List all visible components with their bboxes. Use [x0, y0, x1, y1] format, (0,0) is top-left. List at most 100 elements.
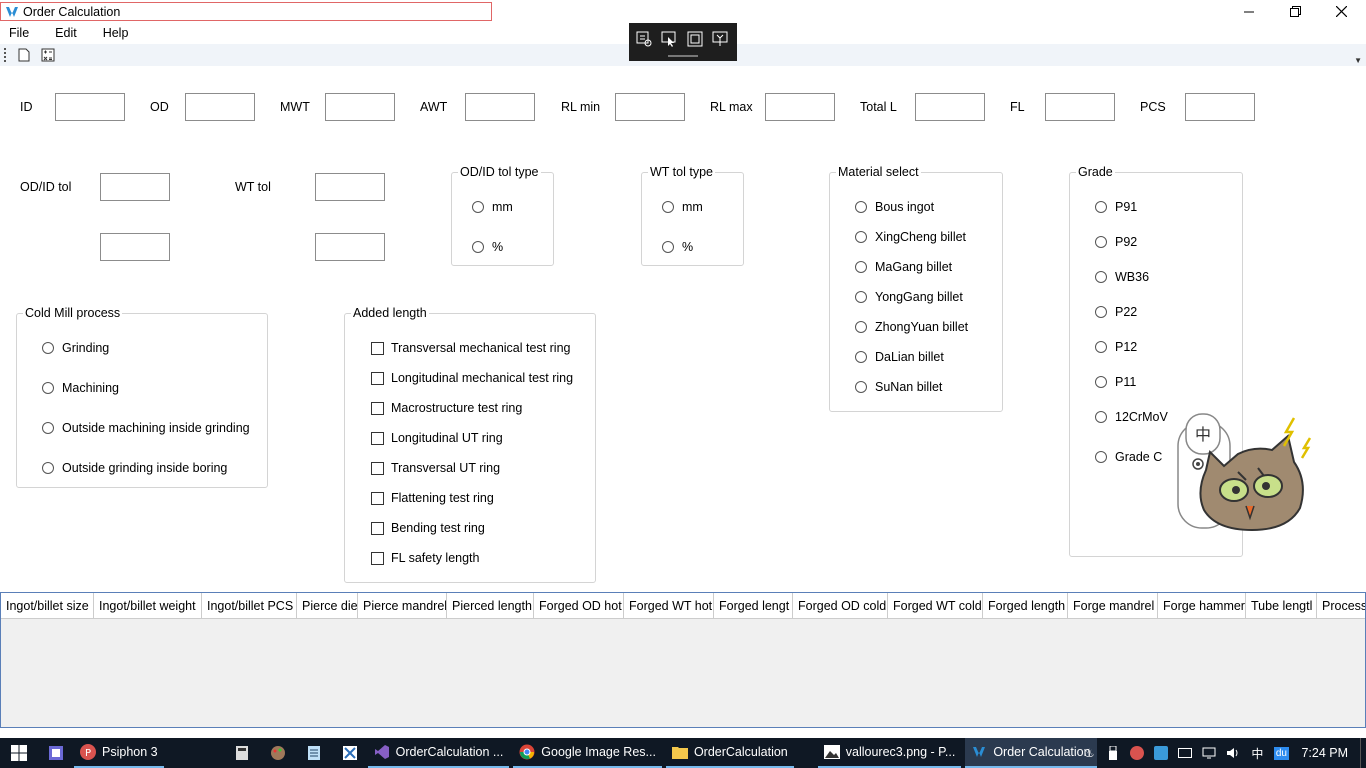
grade-12crmov-radio[interactable]: 12CrMoV	[1095, 410, 1168, 424]
close-button[interactable]	[1318, 0, 1364, 23]
taskbar-app-photo[interactable]: vallourec3.png - P...	[817, 738, 962, 768]
od-id-tol-mm-radio[interactable]: mm	[472, 200, 513, 214]
notepad-taskbar-icon[interactable]	[296, 738, 332, 768]
material-dalian-radio[interactable]: DaLian billet	[855, 350, 944, 364]
rl-max-input[interactable]	[765, 93, 835, 121]
wt-tol-upper-input[interactable]	[315, 173, 385, 201]
volume-icon[interactable]	[1221, 738, 1245, 768]
restore-button[interactable]	[1272, 0, 1318, 23]
minimize-button[interactable]	[1226, 0, 1272, 23]
transversal-mechanical-checkbox[interactable]: Transversal mechanical test ring	[371, 341, 570, 355]
taskbar-clock[interactable]: 7:24 PM	[1293, 746, 1360, 760]
grade-p91-radio[interactable]: P91	[1095, 200, 1137, 214]
column-header[interactable]: Forged length	[983, 593, 1068, 619]
checkbox-box[interactable]	[371, 461, 384, 475]
menu-edit[interactable]: Edit	[46, 26, 86, 40]
live-visual-tree-icon[interactable]	[635, 30, 653, 48]
calculator-icon[interactable]	[40, 47, 56, 63]
menu-help[interactable]: Help	[94, 26, 138, 40]
material-bous-ingot-radio[interactable]: Bous ingot	[855, 200, 934, 214]
radio-circle[interactable]	[855, 201, 867, 213]
taskbar-app-visual-studio[interactable]: OrderCalculation ...	[367, 738, 510, 768]
macrostructure-checkbox[interactable]: Macrostructure test ring	[371, 401, 522, 415]
od-id-tol-lower-input[interactable]	[100, 233, 170, 261]
checkbox-box[interactable]	[371, 551, 384, 565]
radio-circle[interactable]	[472, 201, 484, 213]
column-header[interactable]: Forged OD cold	[793, 593, 888, 619]
grade-c-radio[interactable]: Grade C	[1095, 450, 1162, 464]
wt-tol-mm-radio[interactable]: mm	[662, 200, 703, 214]
toolstrip-overflow-icon[interactable]: ▼	[1354, 56, 1362, 65]
grade-p11-radio[interactable]: P11	[1095, 375, 1136, 389]
total-l-input[interactable]	[915, 93, 985, 121]
grade-p22-radio[interactable]: P22	[1095, 305, 1137, 319]
debug-toolbar-handle[interactable]	[668, 55, 698, 57]
column-header[interactable]: Forge mandrel	[1068, 593, 1158, 619]
radio-circle[interactable]	[662, 241, 674, 253]
od-input[interactable]	[185, 93, 255, 121]
radio-circle[interactable]	[1095, 306, 1107, 318]
column-header[interactable]: Ingot/billet PCS	[202, 593, 297, 619]
network-icon[interactable]	[1197, 738, 1221, 768]
radio-circle[interactable]	[42, 342, 54, 354]
radio-circle[interactable]	[1095, 271, 1107, 283]
material-magang-radio[interactable]: MaGang billet	[855, 260, 952, 274]
tray-app-icon[interactable]: ♨	[1077, 738, 1101, 768]
radio-circle[interactable]	[855, 291, 867, 303]
checkbox-box[interactable]	[371, 521, 384, 535]
select-element-icon[interactable]	[661, 30, 679, 48]
od-id-tol-percent-radio[interactable]: %	[472, 240, 503, 254]
column-header[interactable]: Forged OD hot	[534, 593, 624, 619]
mwt-input[interactable]	[325, 93, 395, 121]
bending-checkbox[interactable]: Bending test ring	[371, 521, 485, 535]
radio-circle[interactable]	[42, 422, 54, 434]
wt-tol-lower-input[interactable]	[315, 233, 385, 261]
cold-mill-machining-radio[interactable]: Machining	[42, 381, 119, 395]
checkbox-box[interactable]	[371, 431, 384, 445]
track-focused-element-icon[interactable]	[712, 30, 730, 48]
checkbox-box[interactable]	[371, 371, 384, 385]
fl-input[interactable]	[1045, 93, 1115, 121]
rl-min-input[interactable]	[615, 93, 685, 121]
radio-circle[interactable]	[1095, 451, 1107, 463]
checkbox-box[interactable]	[371, 401, 384, 415]
new-document-icon[interactable]	[16, 47, 32, 63]
column-header[interactable]: Forged lengt	[714, 593, 793, 619]
radio-circle[interactable]	[855, 381, 867, 393]
grade-wb36-radio[interactable]: WB36	[1095, 270, 1149, 284]
fl-safety-checkbox[interactable]: FL safety length	[371, 551, 479, 565]
column-header[interactable]: Pierce die	[297, 593, 358, 619]
radio-circle[interactable]	[855, 321, 867, 333]
longitudinal-ut-checkbox[interactable]: Longitudinal UT ring	[371, 431, 503, 445]
cold-mill-grinding-radio[interactable]: Grinding	[42, 341, 109, 355]
keyboard-icon[interactable]	[1173, 738, 1197, 768]
id-input[interactable]	[55, 93, 125, 121]
radio-circle[interactable]	[472, 241, 484, 253]
column-header[interactable]: Forged WT cold	[888, 593, 983, 619]
baidu-du-icon[interactable]: du	[1269, 738, 1293, 768]
transversal-ut-checkbox[interactable]: Transversal UT ring	[371, 461, 500, 475]
pinned-app-icon[interactable]	[38, 738, 74, 768]
checkbox-box[interactable]	[371, 491, 384, 505]
menu-file[interactable]: File	[0, 26, 38, 40]
radio-circle[interactable]	[855, 261, 867, 273]
radio-circle[interactable]	[42, 382, 54, 394]
display-layout-adorners-icon[interactable]	[686, 30, 704, 48]
usb-icon[interactable]	[1101, 738, 1125, 768]
psiphon-tray-icon[interactable]	[1125, 738, 1149, 768]
column-header[interactable]: Forged WT hot	[624, 593, 714, 619]
column-header[interactable]: Forge hammer	[1158, 593, 1246, 619]
column-header[interactable]: Tube lengtl	[1246, 593, 1317, 619]
material-zhongyuan-radio[interactable]: ZhongYuan billet	[855, 320, 968, 334]
radio-circle[interactable]	[1095, 236, 1107, 248]
ime-indicator[interactable]: 中	[1245, 738, 1269, 768]
column-header[interactable]: Pierced length	[447, 593, 534, 619]
calculator-taskbar-icon[interactable]	[224, 738, 260, 768]
toolstrip-grip[interactable]	[4, 48, 8, 62]
longitudinal-mechanical-checkbox[interactable]: Longitudinal mechanical test ring	[371, 371, 573, 385]
grade-p92-radio[interactable]: P92	[1095, 235, 1137, 249]
grade-p12-radio[interactable]: P12	[1095, 340, 1137, 354]
wt-tol-percent-radio[interactable]: %	[662, 240, 693, 254]
column-header[interactable]: Process	[1317, 593, 1365, 619]
network-app-icon[interactable]	[1149, 738, 1173, 768]
